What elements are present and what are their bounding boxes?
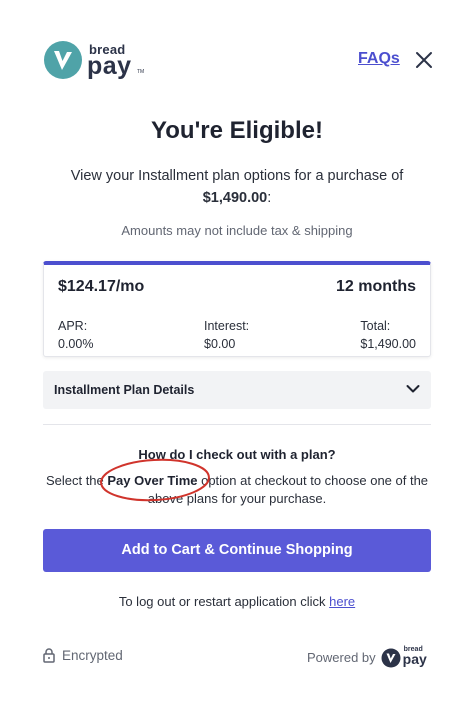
powered-by-label: Powered by bbox=[307, 649, 376, 665]
interest-column: Interest: $0.00 bbox=[204, 317, 249, 353]
total-column: Total: $1,490.00 bbox=[360, 317, 416, 353]
encrypted-badge: Encrypted bbox=[43, 648, 123, 663]
header: bread pay TM FAQs bbox=[0, 0, 474, 120]
monthly-payment: $124.17/mo bbox=[58, 278, 145, 295]
purchase-amount: $1,490.00 bbox=[202, 190, 268, 206]
apr-value: 0.00% bbox=[58, 337, 94, 351]
breadpay-wordmark: bread pay TM bbox=[87, 42, 144, 80]
breadpay-logo: bread pay TM bbox=[43, 40, 144, 80]
breadpay-logo-icon bbox=[44, 41, 82, 79]
plan-term: 12 months bbox=[335, 278, 416, 295]
mini-brand-bottom: pay bbox=[402, 651, 427, 667]
brand-bottom: pay bbox=[87, 52, 132, 80]
apr-label: APR: bbox=[58, 319, 88, 333]
page-title: You're Eligible! bbox=[151, 117, 323, 144]
encrypted-label: Encrypted bbox=[62, 648, 123, 663]
add-to-cart-button[interactable]: Add to Cart & Continue Shopping bbox=[43, 529, 431, 572]
breadpay-mini-logo: bread pay bbox=[381, 646, 433, 668]
tax-note: Amounts may not include tax & shipping bbox=[121, 223, 353, 238]
plan-card[interactable]: $124.17/mo 12 months APR: 0.00% Interest… bbox=[43, 261, 431, 357]
mini-wordmark: bread pay bbox=[403, 646, 433, 668]
faqs-link[interactable]: FAQs bbox=[358, 50, 400, 68]
subtitle-prefix: View your Installment plan options for a… bbox=[70, 168, 404, 184]
total-value: $1,490.00 bbox=[360, 337, 416, 351]
section-divider bbox=[43, 424, 431, 425]
apr-column: APR: 0.00% bbox=[58, 317, 93, 353]
close-icon[interactable] bbox=[414, 50, 434, 70]
logout-text-body: To log out or restart application click bbox=[118, 594, 330, 609]
installment-details-toggle[interactable]: Installment Plan Details bbox=[43, 371, 431, 409]
howto-title: How do I check out with a plan? bbox=[138, 447, 336, 462]
logout-text: To log out or restart application click … bbox=[0, 594, 474, 609]
pay-over-time-highlight: Pay Over Time bbox=[107, 473, 198, 488]
total-label: Total: bbox=[360, 319, 391, 333]
brand-tm: TM bbox=[137, 69, 145, 75]
interest-label: Interest: bbox=[204, 319, 250, 333]
powered-by: Powered by bread pay bbox=[307, 646, 433, 668]
logout-here-link[interactable]: here bbox=[329, 594, 355, 609]
chevron-down-icon bbox=[406, 385, 420, 393]
subtitle-suffix: : bbox=[267, 190, 272, 206]
purchase-subtitle: View your Installment plan options for a… bbox=[40, 165, 434, 209]
breadpay-mini-logo-icon bbox=[381, 648, 401, 668]
details-label: Installment Plan Details bbox=[54, 383, 195, 397]
interest-value: $0.00 bbox=[204, 337, 236, 351]
howto-text-before: Select the bbox=[45, 473, 108, 488]
lock-icon bbox=[43, 648, 55, 663]
howto-text: Select the Pay Over Time option at check… bbox=[45, 472, 429, 508]
